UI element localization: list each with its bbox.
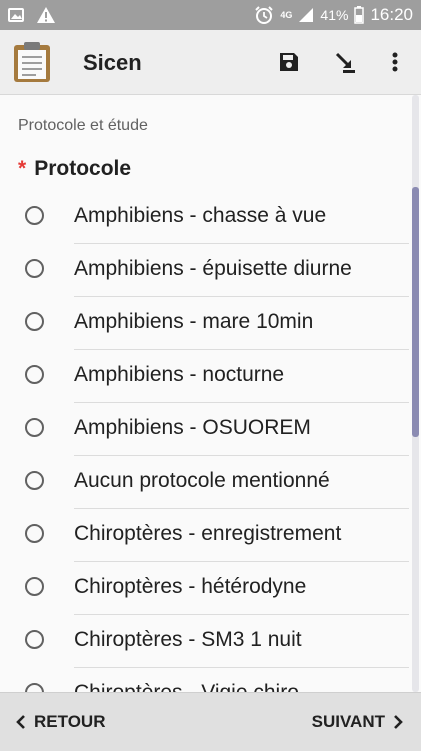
section-title: Protocole et étude xyxy=(18,117,148,134)
option-label: Amphibiens - épuisette diurne xyxy=(74,257,352,280)
clipboard-icon xyxy=(14,42,50,82)
option-row[interactable]: Amphibiens - épuisette diurne xyxy=(0,244,421,297)
option-label: Aucun protocole mentionné xyxy=(74,469,330,492)
option-label: Amphibiens - mare 10min xyxy=(74,310,314,333)
next-button[interactable]: SUIVANT xyxy=(312,693,403,751)
radio-button[interactable] xyxy=(25,683,44,692)
radio-button[interactable] xyxy=(25,471,44,490)
more-vert-icon xyxy=(392,52,398,72)
option-label: Chiroptères - SM3 1 nuit xyxy=(74,628,302,651)
question-label: * Protocole xyxy=(18,157,131,181)
option-row[interactable]: Chiroptères - enregistrement xyxy=(0,509,421,562)
radio-button[interactable] xyxy=(25,206,44,225)
option-row[interactable]: Amphibiens - chasse à vue xyxy=(0,191,421,244)
battery-icon xyxy=(354,6,365,24)
radio-button[interactable] xyxy=(25,630,44,649)
next-label: SUIVANT xyxy=(311,712,385,731)
radio-button[interactable] xyxy=(25,418,44,437)
warning-icon xyxy=(37,7,55,23)
radio-button[interactable] xyxy=(25,524,44,543)
chevron-right-icon xyxy=(394,715,403,729)
option-label: Amphibiens - OSUOREM xyxy=(74,416,311,439)
app-title: Sicen xyxy=(83,50,142,75)
jump-icon xyxy=(335,52,355,73)
save-button[interactable] xyxy=(273,46,305,78)
more-options-button[interactable] xyxy=(379,46,411,78)
scrollbar-thumb[interactable] xyxy=(412,187,419,437)
option-label: Chiroptères - hétérodyne xyxy=(74,575,307,598)
status-bar: 4G 41% 16:20 xyxy=(0,0,421,30)
required-marker: * xyxy=(18,157,27,180)
clock: 16:20 xyxy=(370,5,413,24)
alarm-icon xyxy=(255,6,274,24)
radio-button[interactable] xyxy=(25,365,44,384)
option-list: Amphibiens - chasse à vue Amphibiens - é… xyxy=(0,191,421,692)
chevron-left-icon xyxy=(16,715,25,729)
signal-icon xyxy=(299,8,314,22)
question-text: Protocole xyxy=(34,157,132,180)
app-bar: Sicen xyxy=(0,30,421,95)
back-label: RETOUR xyxy=(34,712,106,731)
option-row[interactable]: Chiroptères - SM3 1 nuit xyxy=(0,615,421,668)
radio-button[interactable] xyxy=(25,259,44,278)
battery-percent: 41% xyxy=(320,7,349,23)
option-row[interactable]: Amphibiens - mare 10min xyxy=(0,297,421,350)
option-label: Amphibiens - nocturne xyxy=(74,363,285,386)
option-row[interactable]: Chiroptères - Vigie chiro xyxy=(0,668,421,692)
network-type: 4G xyxy=(280,9,293,20)
option-row[interactable]: Chiroptères - hétérodyne xyxy=(0,562,421,615)
option-row[interactable]: Amphibiens - OSUOREM xyxy=(0,403,421,456)
radio-button[interactable] xyxy=(25,577,44,596)
bottom-nav: RETOUR SUIVANT xyxy=(0,692,421,751)
option-row[interactable]: Aucun protocole mentionné xyxy=(0,456,421,509)
option-label: Chiroptères - Vigie chiro xyxy=(74,681,299,692)
radio-button[interactable] xyxy=(25,312,44,331)
back-button[interactable]: RETOUR xyxy=(16,693,105,751)
image-icon xyxy=(8,8,24,22)
option-label: Amphibiens - chasse à vue xyxy=(74,204,327,227)
option-row[interactable]: Amphibiens - nocturne xyxy=(0,350,421,403)
form-content[interactable]: Protocole et étude * Protocole Amphibiens… xyxy=(0,95,421,692)
status-right: 4G 41% 16:20 xyxy=(254,5,413,25)
status-left xyxy=(8,6,56,24)
option-label: Chiroptères - enregistrement xyxy=(74,522,342,545)
jump-button[interactable] xyxy=(329,46,361,78)
save-icon xyxy=(280,53,298,71)
